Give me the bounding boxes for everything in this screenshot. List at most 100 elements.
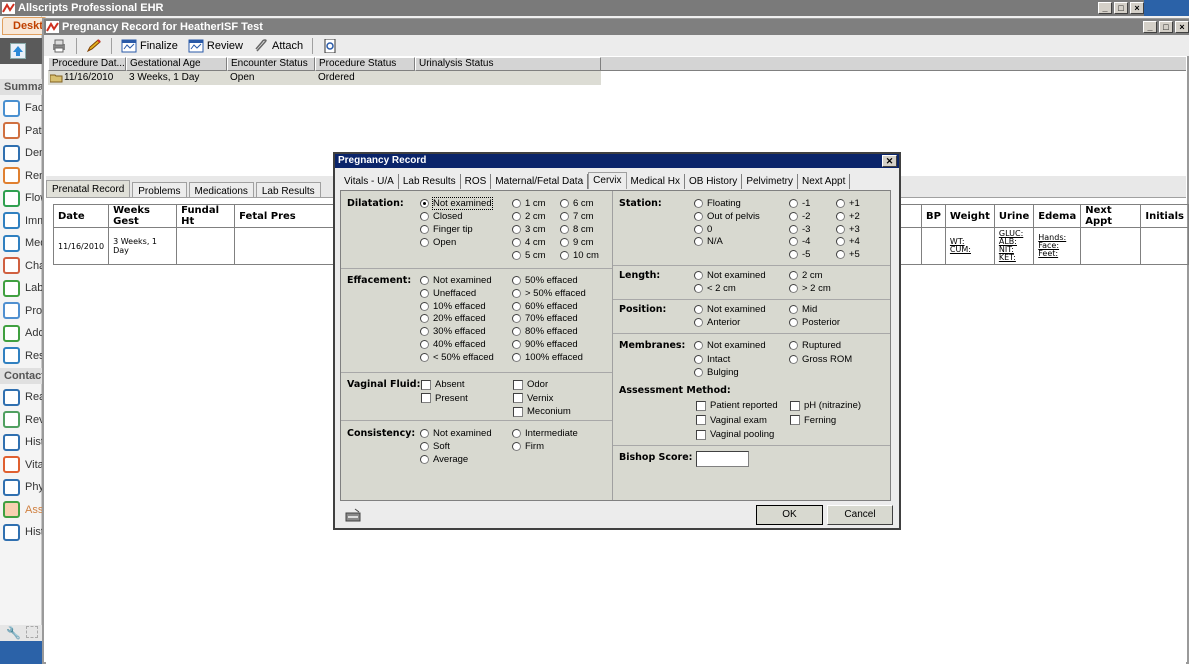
radio-option[interactable]: -3	[789, 224, 810, 235]
radio-button[interactable]	[789, 305, 798, 314]
radio-button[interactable]	[789, 318, 798, 327]
radio-option[interactable]: Out of pelvis	[694, 211, 760, 222]
radio-button[interactable]	[420, 327, 429, 337]
nav-item[interactable]: Face Sheet	[3, 98, 43, 118]
radio-button[interactable]	[694, 237, 703, 247]
attach-button[interactable]: Attach	[250, 37, 306, 55]
radio-button[interactable]	[420, 225, 429, 234]
close-button[interactable]: ×	[1175, 21, 1189, 33]
radio-button[interactable]	[420, 301, 429, 311]
radio-option[interactable]: -5	[789, 249, 810, 260]
checkbox[interactable]	[513, 393, 523, 403]
radio-option[interactable]: Not examined	[420, 275, 492, 286]
radio-button[interactable]	[420, 212, 429, 221]
refresh-button[interactable]	[319, 37, 341, 55]
radio-option[interactable]: Uneffaced	[420, 288, 476, 299]
nav-item[interactable]: Vitals	[3, 455, 43, 475]
dialog-tab-vitals-u-a[interactable]: Vitals - U/A	[340, 174, 399, 189]
expand-icon[interactable]	[26, 626, 38, 638]
ok-button[interactable]: OK	[756, 505, 823, 525]
radio-option[interactable]: 2 cm	[512, 211, 546, 222]
home-icon[interactable]	[10, 43, 26, 59]
radio-button[interactable]	[789, 224, 798, 234]
radio-option[interactable]: Average	[420, 454, 468, 465]
radio-button[interactable]	[512, 340, 521, 349]
radio-option[interactable]: Open	[420, 237, 456, 248]
nav-item[interactable]: Reminders	[3, 166, 43, 186]
column-header[interactable]: Procedure Dat...	[48, 57, 126, 71]
checkbox[interactable]	[696, 400, 706, 411]
checkbox[interactable]	[790, 400, 800, 411]
radio-button[interactable]	[512, 276, 521, 285]
radio-button[interactable]	[694, 341, 703, 350]
nav-item[interactable]: Procedures	[3, 301, 43, 321]
radio-option[interactable]: 0	[694, 224, 712, 235]
radio-option[interactable]: 2 cm	[789, 270, 823, 281]
radio-option[interactable]: Not examined	[420, 428, 492, 439]
radio-option[interactable]: 1 cm	[512, 198, 546, 209]
checkbox-option[interactable]: pH (nitrazine)	[790, 400, 861, 411]
nav-section-header[interactable]: Contact	[0, 368, 42, 384]
radio-button[interactable]	[560, 212, 569, 221]
radio-button[interactable]	[512, 199, 521, 208]
radio-option[interactable]: Posterior	[789, 317, 840, 328]
radio-button[interactable]	[512, 314, 521, 324]
radio-button[interactable]	[420, 314, 429, 324]
radio-button[interactable]	[420, 442, 429, 451]
radio-button[interactable]	[789, 237, 798, 247]
radio-option[interactable]: Intermediate	[512, 428, 578, 439]
radio-button[interactable]	[560, 225, 569, 234]
checkbox[interactable]	[421, 379, 431, 390]
radio-button[interactable]	[512, 352, 521, 362]
radio-button[interactable]	[420, 455, 429, 464]
urine-ket-link[interactable]: KET:	[999, 254, 1029, 262]
radio-button[interactable]	[694, 305, 703, 314]
radio-button[interactable]	[560, 199, 569, 208]
checkbox[interactable]	[696, 429, 706, 440]
radio-option[interactable]: +3	[836, 224, 860, 235]
nav-item[interactable]: Immunizations	[3, 211, 43, 231]
radio-button[interactable]	[694, 224, 703, 234]
radio-button[interactable]	[420, 276, 429, 285]
radio-button[interactable]	[420, 429, 429, 438]
radio-option[interactable]: -1	[789, 198, 810, 209]
dialog-tab-pelvimetry[interactable]: Pelvimetry	[742, 174, 798, 189]
radio-option[interactable]: +1	[836, 198, 860, 209]
radio-option[interactable]: 30% effaced	[420, 326, 486, 337]
nav-item[interactable]: Physical	[3, 477, 43, 497]
nav-item[interactable]: Review	[3, 410, 43, 430]
radio-button[interactable]	[512, 327, 521, 337]
radio-option[interactable]: < 50% effaced	[420, 352, 494, 363]
radio-option[interactable]: Floating	[694, 198, 741, 209]
radio-option[interactable]: 3 cm	[512, 224, 546, 235]
radio-button[interactable]	[512, 251, 521, 260]
radio-option[interactable]: Finger tip	[420, 224, 473, 235]
print-button[interactable]	[48, 37, 70, 55]
edema-feet-link[interactable]: Feet:	[1038, 250, 1076, 258]
column-header[interactable]: Gestational Age	[126, 57, 227, 71]
tab-medications[interactable]: Medications	[188, 182, 254, 198]
maximize-button[interactable]: □	[1114, 2, 1128, 14]
nav-item[interactable]: Flowsheet	[3, 188, 43, 208]
dialog-tab-ob-history[interactable]: OB History	[685, 174, 743, 189]
checkbox-option[interactable]: Ferning	[790, 415, 836, 426]
radio-option[interactable]: > 2 cm	[789, 283, 831, 294]
radio-option[interactable]: 60% effaced	[512, 301, 578, 312]
radio-option[interactable]: Not examined	[694, 304, 766, 315]
radio-button[interactable]	[694, 318, 703, 327]
checkbox-option[interactable]: Vaginal exam	[696, 415, 767, 426]
radio-button[interactable]	[694, 354, 703, 364]
radio-button[interactable]	[512, 212, 521, 221]
edit-button[interactable]	[83, 37, 105, 55]
column-header[interactable]: Encounter Status	[227, 57, 315, 71]
radio-option[interactable]: 6 cm	[560, 198, 594, 209]
radio-button[interactable]	[694, 368, 703, 377]
checkbox-option[interactable]: Meconium	[513, 406, 571, 417]
radio-option[interactable]: 90% effaced	[512, 339, 578, 350]
procedure-grid-row[interactable]: 11/16/2010 3 Weeks, 1 Day Open Ordered	[48, 71, 601, 85]
nav-item[interactable]: Chart	[3, 256, 43, 276]
dialog-tab-next-appt[interactable]: Next Appt	[798, 174, 851, 189]
radio-option[interactable]: 100% effaced	[512, 352, 583, 363]
dialog-close-button[interactable]: ✕	[882, 155, 897, 167]
radio-button[interactable]	[694, 211, 703, 221]
